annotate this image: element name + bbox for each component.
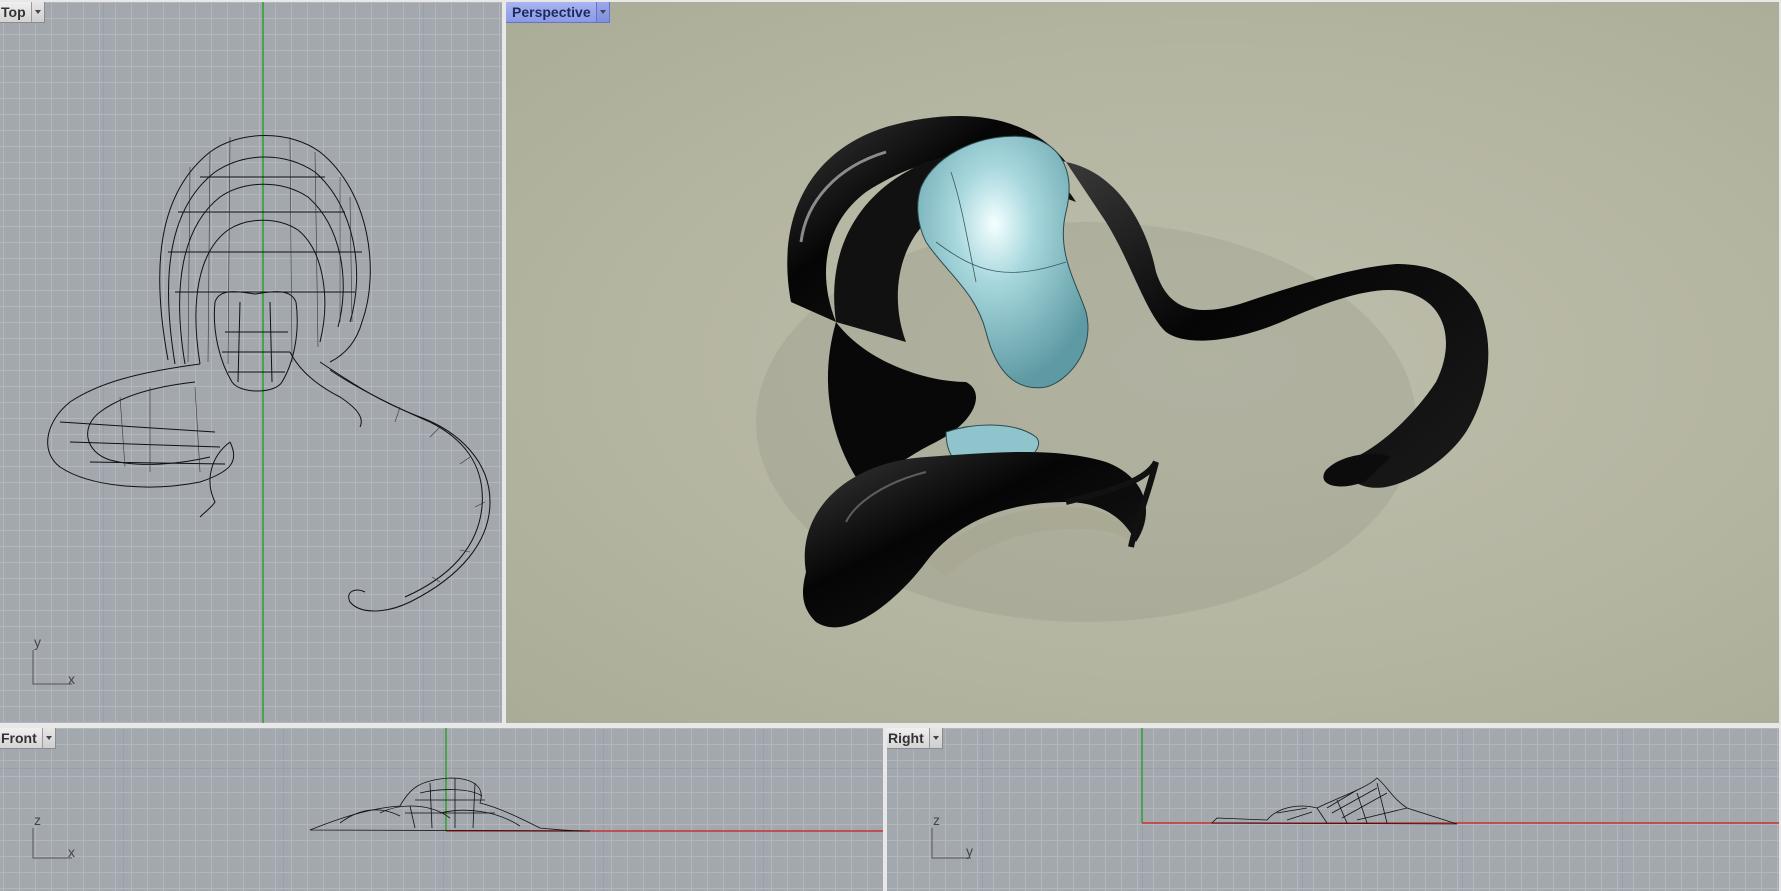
axis-label-z: z: [933, 812, 940, 828]
axis-gizmo-front: [32, 828, 72, 859]
front-view-wireframe: [309, 728, 883, 832]
dropdown-arrow-icon[interactable]: [30, 2, 44, 22]
axis-label-z: z: [34, 812, 41, 828]
axis-gizmo-right: [931, 828, 971, 859]
top-view-wireframe: [47, 2, 491, 723]
viewport-tab-top[interactable]: Top: [0, 2, 45, 23]
axis-label-x: x: [68, 671, 75, 687]
right-view-wireframe: [1141, 728, 1779, 825]
axis-label-y: y: [966, 843, 973, 859]
viewport-tab-front[interactable]: Front: [0, 728, 56, 749]
viewport-title-front: Front: [1, 730, 37, 746]
axis-label-y: y: [34, 634, 41, 650]
viewport-title-right: Right: [888, 730, 924, 746]
dropdown-arrow-icon[interactable]: [928, 728, 942, 748]
perspective-render: [756, 116, 1489, 628]
viewport-title-perspective: Perspective: [512, 4, 591, 20]
viewport-title-top: Top: [1, 4, 26, 20]
viewport-top[interactable]: Top y x: [0, 2, 502, 723]
viewport-front[interactable]: Front z x: [0, 728, 883, 891]
axis-label-x: x: [68, 844, 75, 860]
dropdown-arrow-icon[interactable]: [41, 728, 55, 748]
dropdown-arrow-icon[interactable]: [595, 2, 609, 22]
axis-gizmo-top: [32, 650, 72, 685]
viewport-tab-perspective[interactable]: Perspective: [506, 2, 610, 23]
viewport-tab-right[interactable]: Right: [887, 728, 943, 749]
viewport-perspective[interactable]: Perspective: [506, 2, 1779, 723]
viewport-right[interactable]: Right z y: [887, 728, 1779, 891]
